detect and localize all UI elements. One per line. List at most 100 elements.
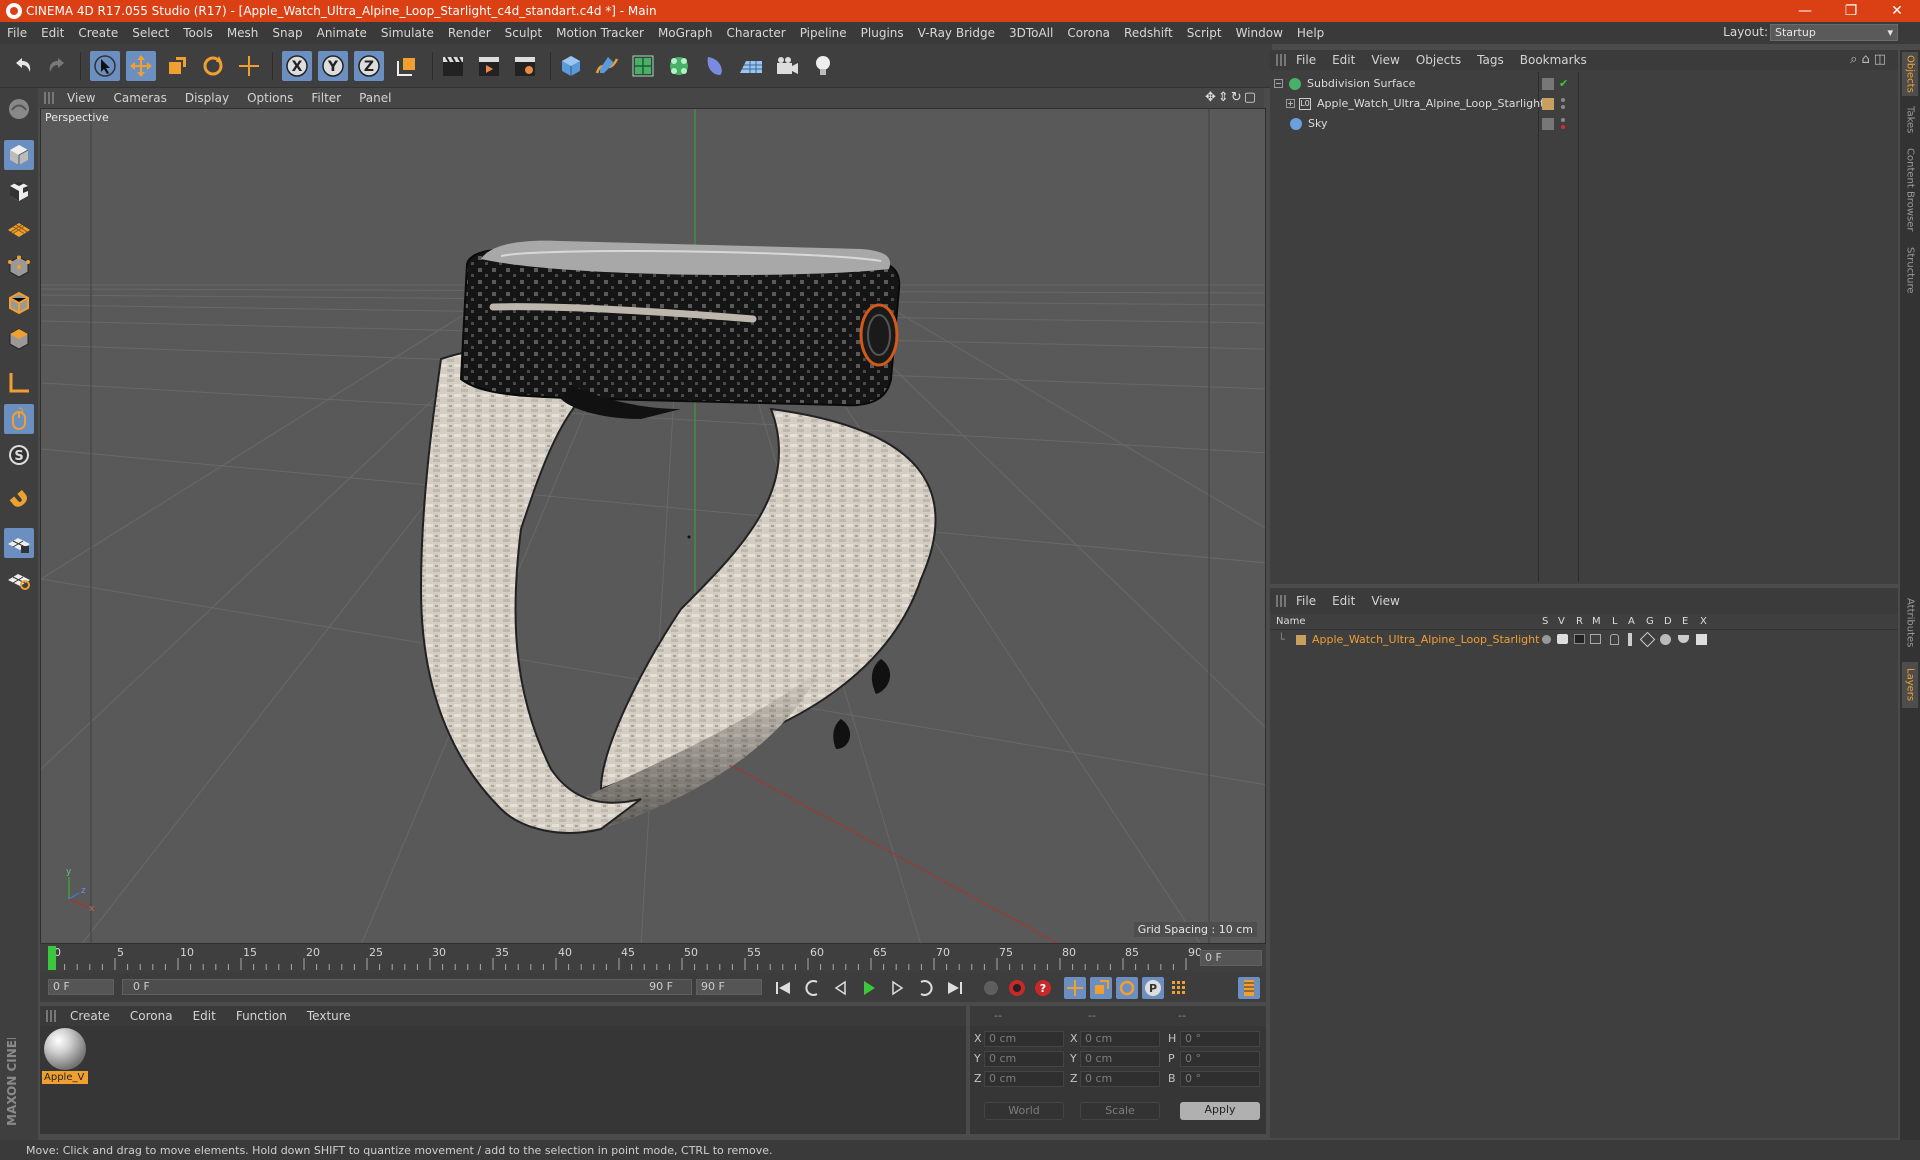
object-menu-objects[interactable]: Objects	[1408, 53, 1469, 67]
layer-xref-icon[interactable]	[1696, 634, 1707, 645]
menu-sculpt[interactable]: Sculpt	[498, 26, 549, 40]
start-frame-field[interactable]: 0 F	[48, 979, 114, 995]
viewport-navigation-icons[interactable]: ✥⇕↻▢	[1205, 90, 1258, 105]
viewport-menu-panel[interactable]: Panel	[350, 91, 400, 105]
menu-select[interactable]: Select	[125, 26, 176, 40]
scale-tool-button[interactable]	[162, 51, 192, 81]
tab-attributes[interactable]: Attributes	[1902, 590, 1918, 656]
go-to-end-button[interactable]	[944, 977, 966, 999]
object-row-subdivision-surface[interactable]: − Subdivision Surface ✔	[1270, 74, 1898, 93]
render-dot-icon[interactable]	[1561, 125, 1565, 129]
enabled-check-icon[interactable]: ✔	[1559, 77, 1568, 90]
layer-tag-icon[interactable]	[1542, 77, 1554, 90]
menu-vray-bridge[interactable]: V-Ray Bridge	[911, 26, 1002, 40]
play-forward-button[interactable]	[858, 977, 880, 999]
polygons-mode-button[interactable]	[4, 324, 34, 354]
render-picture-viewer-button[interactable]	[474, 51, 504, 81]
layer-row[interactable]: └ Apple_Watch_Ultra_Alpine_Loop_Starligh…	[1270, 631, 1898, 648]
layer-lock-icon[interactable]	[1610, 634, 1619, 645]
layer-generators-icon[interactable]	[1639, 631, 1656, 648]
previous-frame-button[interactable]	[830, 977, 852, 999]
menu-plugins[interactable]: Plugins	[854, 26, 911, 40]
object-menu-bookmarks[interactable]: Bookmarks	[1512, 53, 1595, 67]
make-editable-button[interactable]	[4, 94, 34, 124]
preview-range-slider[interactable]: 0 F 90 F	[122, 979, 692, 995]
workplane-mode-button[interactable]	[4, 212, 34, 242]
layer-expressions-icon[interactable]	[1678, 635, 1689, 643]
3d-viewport[interactable]: y x z Perspective Grid Spacing : 10 cm	[40, 108, 1266, 944]
tab-layers[interactable]: Layers	[1902, 662, 1918, 708]
object-menu-file[interactable]: File	[1288, 53, 1324, 67]
add-mograph-button[interactable]	[664, 51, 694, 81]
tab-structure[interactable]: Structure	[1902, 242, 1918, 298]
record-keys-button[interactable]	[980, 977, 1002, 999]
close-button[interactable]: ✕	[1874, 0, 1920, 22]
add-environment-button[interactable]	[736, 51, 766, 81]
add-cube-button[interactable]	[556, 51, 586, 81]
key-position-button[interactable]	[1064, 977, 1086, 999]
layer-visible-icon[interactable]	[1557, 634, 1568, 644]
key-scale-button[interactable]	[1090, 977, 1112, 999]
visibility-dot-icon[interactable]	[1561, 98, 1565, 102]
rotation-b-field[interactable]: 0 °	[1180, 1071, 1260, 1087]
menu-corona[interactable]: Corona	[1060, 26, 1117, 40]
end-frame-field[interactable]: 90 F	[696, 979, 762, 995]
previous-key-button[interactable]	[802, 977, 824, 999]
menu-animate[interactable]: Animate	[310, 26, 374, 40]
rotation-h-field[interactable]: 0 °	[1180, 1031, 1260, 1047]
viewport-menu-view[interactable]: View	[58, 91, 104, 105]
layer-tag-icon[interactable]	[1542, 97, 1554, 110]
menu-help[interactable]: Help	[1290, 26, 1331, 40]
axis-mode-button[interactable]	[4, 368, 34, 398]
scale-z-field[interactable]: 0 cm	[1080, 1071, 1160, 1087]
scale-x-field[interactable]: 0 cm	[1080, 1031, 1160, 1047]
layer-deformers-icon[interactable]	[1660, 634, 1671, 645]
position-x-field[interactable]: 0 cm	[984, 1031, 1064, 1047]
render-dot-icon[interactable]	[1561, 105, 1565, 109]
render-view-button[interactable]	[438, 51, 468, 81]
layer-color-swatch[interactable]	[1296, 635, 1306, 645]
viewport-menu-filter[interactable]: Filter	[302, 91, 350, 105]
expand-icon[interactable]: +	[1286, 99, 1295, 108]
visibility-dot-icon[interactable]	[1561, 118, 1565, 122]
object-menu-tags[interactable]: Tags	[1469, 53, 1512, 67]
key-pla-button[interactable]	[1168, 977, 1190, 999]
tweak-mode-button[interactable]	[4, 404, 34, 434]
menu-window[interactable]: Window	[1229, 26, 1290, 40]
layer-manager-icon[interactable]	[1590, 634, 1601, 644]
menu-simulate[interactable]: Simulate	[374, 26, 441, 40]
viewport-menu-display[interactable]: Display	[176, 91, 238, 105]
key-parameter-button[interactable]: P	[1142, 977, 1164, 999]
coordinate-system-button[interactable]	[392, 51, 422, 81]
render-settings-button[interactable]	[510, 51, 540, 81]
current-frame-field[interactable]: 0 F	[1200, 950, 1262, 966]
menu-redshift[interactable]: Redshift	[1117, 26, 1180, 40]
tab-objects[interactable]: Objects	[1902, 52, 1918, 96]
menu-tools[interactable]: Tools	[176, 26, 220, 40]
menu-file[interactable]: File	[0, 26, 34, 40]
material-menu-texture[interactable]: Texture	[297, 1009, 361, 1023]
material-menu-function[interactable]: Function	[226, 1009, 297, 1023]
viewport-menu-cameras[interactable]: Cameras	[104, 91, 175, 105]
layer-menu-file[interactable]: File	[1288, 594, 1324, 608]
maximize-button[interactable]: ❐	[1828, 0, 1874, 22]
snap-settings-button[interactable]: S	[4, 440, 34, 470]
rotation-p-field[interactable]: 0 °	[1180, 1051, 1260, 1067]
menu-3dtoall[interactable]: 3DToAll	[1002, 26, 1060, 40]
menu-edit[interactable]: Edit	[34, 26, 71, 40]
rotate-tool-button[interactable]	[198, 51, 228, 81]
redo-button[interactable]	[42, 51, 72, 81]
object-menu-view[interactable]: View	[1363, 53, 1407, 67]
add-light-button[interactable]	[808, 51, 838, 81]
menu-pipeline[interactable]: Pipeline	[793, 26, 854, 40]
add-camera-button[interactable]	[772, 51, 802, 81]
points-mode-button[interactable]	[4, 252, 34, 282]
menu-snap[interactable]: Snap	[265, 26, 309, 40]
size-mode-dropdown[interactable]: Scale	[1080, 1102, 1160, 1120]
material-menu-corona[interactable]: Corona	[120, 1009, 183, 1023]
timeline-window-button[interactable]	[1238, 977, 1260, 999]
planar-workplane-button[interactable]	[4, 564, 34, 594]
layer-solo-icon[interactable]	[1542, 635, 1551, 644]
menu-script[interactable]: Script	[1180, 26, 1229, 40]
next-frame-button[interactable]	[886, 977, 908, 999]
